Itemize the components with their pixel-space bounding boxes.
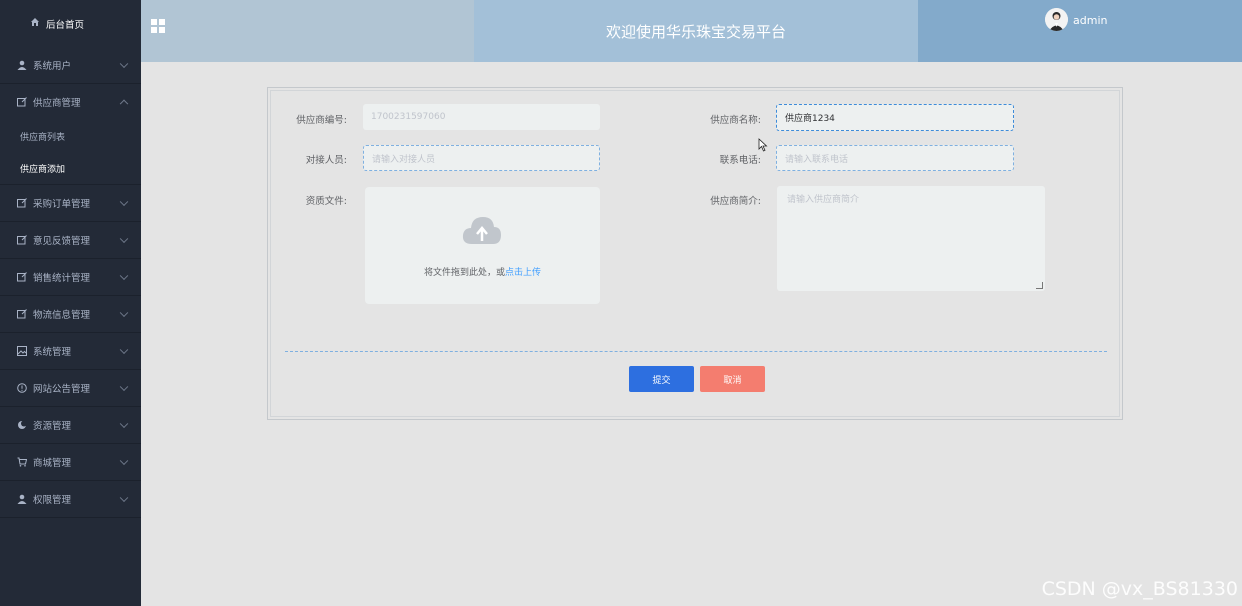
sidebar: 后台首页 系统用户 供应商管理 供应商列表 供应商添加 采购订单管理 意见反馈管… <box>0 0 141 606</box>
sidebar-item-system[interactable]: 系统管理 <box>0 333 141 369</box>
cart-icon <box>17 457 27 467</box>
sidebar-item-label: 网站公告管理 <box>33 384 91 395</box>
sidebar-item-label: 供应商管理 <box>33 98 81 109</box>
edit-box-icon <box>17 198 27 208</box>
qualification-label: 资质文件: <box>305 196 347 207</box>
phone-field[interactable]: 请输入联系电话 <box>776 145 1014 171</box>
sidebar-item-label: 系统用户 <box>33 61 72 72</box>
sidebar-item-sales-stats[interactable]: 销售统计管理 <box>0 259 141 295</box>
intro-label: 供应商简介: <box>710 196 761 207</box>
sidebar-item-feedback[interactable]: 意见反馈管理 <box>0 222 141 258</box>
sidebar-item-label: 系统管理 <box>33 347 72 358</box>
sidebar-item-label: 意见反馈管理 <box>33 236 91 247</box>
sidebar-item-label: 商城管理 <box>33 458 72 469</box>
edit-box-icon <box>17 97 27 107</box>
supplier-no-label: 供应商编号: <box>296 115 347 126</box>
sidebar-item-logistics[interactable]: 物流信息管理 <box>0 296 141 332</box>
chevron-down-icon <box>119 59 129 69</box>
header-title: 欢迎使用华乐珠宝交易平台 <box>474 0 918 62</box>
sidebar-item-label: 采购订单管理 <box>33 199 91 210</box>
chevron-down-icon <box>119 345 129 355</box>
chevron-down-icon <box>119 419 129 429</box>
contact-field[interactable]: 请输入对接人员 <box>363 145 600 171</box>
edit-box-icon <box>17 272 27 282</box>
cloud-upload-icon <box>462 217 501 244</box>
chevron-down-icon <box>119 382 129 392</box>
sidebar-subitem-supplier-add[interactable]: 供应商添加 <box>0 152 141 184</box>
sidebar-item-permissions[interactable]: 权限管理 <box>0 481 141 517</box>
home-icon <box>30 17 40 30</box>
sidebar-subitem-supplier-list[interactable]: 供应商列表 <box>0 120 141 152</box>
header-right: admin <box>918 0 1242 62</box>
header-left <box>141 0 474 62</box>
username-label[interactable]: admin <box>1073 14 1107 27</box>
contact-label: 对接人员: <box>305 155 347 166</box>
supplier-name-field[interactable]: 供应商1234 <box>776 104 1014 131</box>
grid-menu-icon[interactable] <box>151 19 165 33</box>
sidebar-item-supplier[interactable]: 供应商管理 <box>0 84 141 120</box>
upload-link[interactable]: 点击上传 <box>505 268 541 278</box>
intro-textarea[interactable]: 请输入供应商简介 <box>777 186 1045 291</box>
watermark: CSDN @vx_BS81330 <box>1041 578 1238 600</box>
sidebar-item-label: 销售统计管理 <box>33 273 91 284</box>
supplier-name-label: 供应商名称: <box>710 115 761 126</box>
chevron-down-icon <box>119 456 129 466</box>
chevron-down-icon <box>119 234 129 244</box>
user-icon <box>17 494 27 504</box>
chevron-down-icon <box>119 197 129 207</box>
sidebar-item-purchase-orders[interactable]: 采购订单管理 <box>0 185 141 221</box>
upload-hint-text: 将文件拖到此处，或 <box>423 268 505 278</box>
sidebar-item-system-users[interactable]: 系统用户 <box>0 47 141 83</box>
chevron-down-icon <box>119 493 129 503</box>
mouse-cursor-icon <box>758 138 768 152</box>
sidebar-item-resources[interactable]: 资源管理 <box>0 407 141 443</box>
sidebar-item-label: 权限管理 <box>33 495 72 506</box>
submit-button[interactable]: 提交 <box>629 366 694 392</box>
info-circle-icon <box>17 383 27 393</box>
form-divider <box>285 351 1107 352</box>
picture-icon <box>17 346 27 356</box>
sidebar-item-announcements[interactable]: 网站公告管理 <box>0 370 141 406</box>
edit-box-icon <box>17 309 27 319</box>
sidebar-home-label: 后台首页 <box>46 19 85 31</box>
file-upload-dropzone[interactable]: 将文件拖到此处，或点击上传 <box>365 187 600 304</box>
supplier-form-panel: 供应商编号: 1700231597060 供应商名称: 供应商1234 对接人员… <box>267 87 1123 420</box>
chevron-up-icon <box>119 99 129 109</box>
sidebar-home[interactable]: 后台首页 <box>0 0 141 47</box>
sidebar-item-mall[interactable]: 商城管理 <box>0 444 141 480</box>
upload-hint: 将文件拖到此处，或点击上传 <box>365 265 600 278</box>
resize-handle-icon[interactable] <box>1036 282 1043 289</box>
avatar[interactable] <box>1045 8 1068 31</box>
sidebar-item-label: 资源管理 <box>33 421 72 432</box>
user-icon <box>17 60 27 70</box>
top-header: 欢迎使用华乐珠宝交易平台 admin <box>141 0 1242 62</box>
chevron-down-icon <box>119 271 129 281</box>
sidebar-item-label: 物流信息管理 <box>33 310 91 321</box>
moon-icon <box>17 420 27 430</box>
phone-label: 联系电话: <box>719 155 761 166</box>
edit-box-icon <box>17 235 27 245</box>
supplier-no-field[interactable]: 1700231597060 <box>363 104 600 130</box>
cancel-button[interactable]: 取消 <box>700 366 765 392</box>
chevron-down-icon <box>119 308 129 318</box>
form-inner: 供应商编号: 1700231597060 供应商名称: 供应商1234 对接人员… <box>270 90 1120 417</box>
intro-placeholder: 请输入供应商简介 <box>787 195 860 205</box>
